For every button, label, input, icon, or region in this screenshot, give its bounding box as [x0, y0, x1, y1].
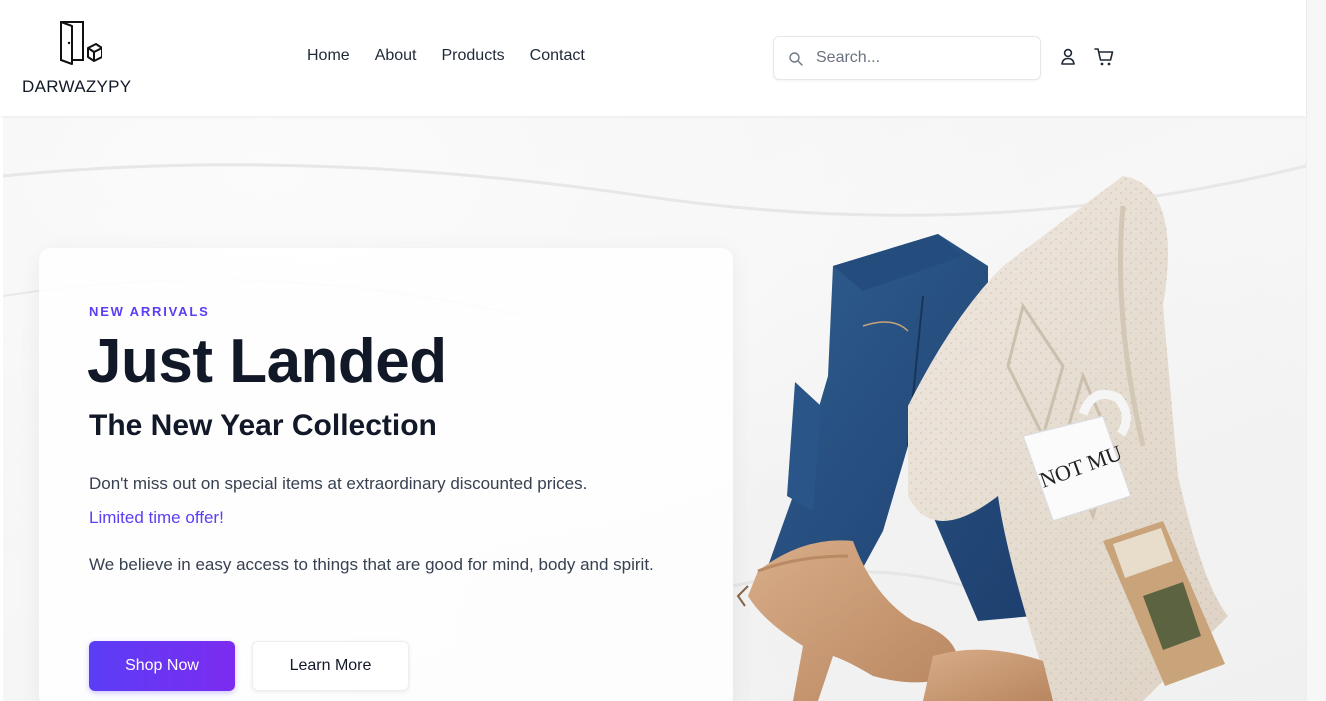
shop-now-button[interactable]: Shop Now: [89, 641, 235, 691]
site-header: DARWAZYPY Home About Products Contact: [0, 0, 1306, 116]
brand-logo[interactable]: DARWAZYPY: [22, 20, 146, 100]
search-input[interactable]: [816, 45, 1031, 71]
cart-icon: [1094, 48, 1114, 66]
cart-button[interactable]: [1093, 46, 1115, 68]
nav-link-home[interactable]: Home: [307, 47, 350, 65]
hero-belief: We believe in easy access to things that…: [89, 555, 654, 574]
brand-name: DARWAZYPY: [22, 77, 132, 96]
nav-link-contact[interactable]: Contact: [530, 47, 585, 65]
hero-headline: Just Landed: [87, 327, 447, 396]
user-icon: [1061, 48, 1075, 65]
main-nav: Home About Products Contact: [307, 47, 585, 65]
search-icon: [789, 52, 803, 66]
nav-link-products[interactable]: Products: [442, 47, 505, 65]
hero-card: NEW ARRIVALS Just Landed The New Year Co…: [39, 248, 733, 701]
hero-offer: Limited time offer!: [89, 508, 224, 527]
learn-more-button[interactable]: Learn More: [252, 641, 409, 691]
scrollbar-gutter[interactable]: [1306, 0, 1326, 701]
hero-eyebrow: NEW ARRIVALS: [89, 304, 210, 319]
account-button[interactable]: [1057, 46, 1079, 68]
search-box[interactable]: [773, 36, 1041, 80]
nav-link-about[interactable]: About: [375, 47, 417, 65]
door-with-box-icon: [60, 21, 102, 65]
hero-section: NOT MU NEW ARRIVALS Just Landed The New …: [3, 116, 1306, 701]
hero-subheadline: The New Year Collection: [89, 409, 437, 442]
hero-description: Don't miss out on special items at extra…: [89, 474, 588, 493]
